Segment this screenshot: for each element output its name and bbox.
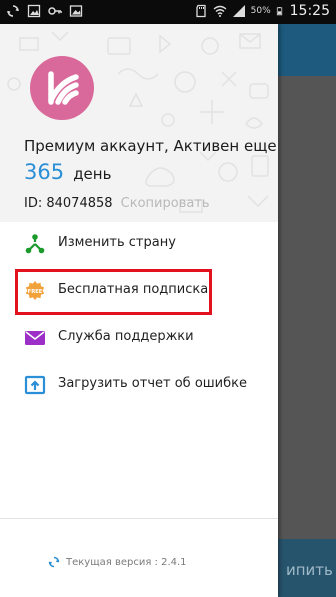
header-doodle-pattern — [7, 31, 269, 213]
logo-mark-icon — [48, 71, 79, 105]
account-id: ID: 84074858 — [24, 196, 113, 211]
status-time: 15:25 — [289, 3, 330, 19]
key-icon — [48, 7, 62, 15]
menu-label-upload-report: Загрузить отчет об ошибке — [58, 376, 247, 391]
sd-card-icon — [195, 4, 206, 18]
background-app-bar — [278, 24, 336, 76]
menu-item-upload-report[interactable]: Загрузить отчет об ошибке — [0, 363, 278, 407]
menu-item-support[interactable]: Служба поддержки — [0, 316, 278, 360]
version-text: Текущая версия : 2.4.1 — [66, 556, 187, 568]
navigation-drawer: Премиум аккаунт, Активен еще 365 день ID… — [0, 24, 278, 597]
battery-icon — [276, 7, 282, 16]
change-country-icon — [25, 234, 45, 254]
footer-divider — [0, 518, 278, 519]
menu-label-change-country: Изменить страну — [58, 235, 176, 250]
background-bottom-button-label: ипить — [286, 561, 333, 579]
highlight-box — [15, 269, 212, 315]
signal-icon — [232, 5, 245, 17]
image-icon — [27, 4, 41, 18]
premium-status-text: Премиум аккаунт, Активен еще — [24, 137, 277, 155]
background-app: ипить — [278, 24, 336, 597]
upload-report-icon — [24, 375, 46, 395]
status-bar-left — [6, 4, 83, 18]
drawer-header: Премиум аккаунт, Активен еще 365 день ID… — [0, 24, 278, 222]
wifi-icon — [213, 5, 227, 17]
gallery-icon — [69, 5, 83, 17]
status-bar: 50% 15:25 — [0, 0, 336, 24]
refresh-icon — [48, 556, 60, 568]
days-count: 365 — [24, 160, 65, 184]
days-remaining: 365 день — [24, 160, 111, 184]
days-word: день — [73, 165, 112, 183]
status-bar-right: 50% 15:25 — [194, 3, 330, 19]
app-logo — [30, 56, 94, 120]
copy-id-button[interactable]: Скопировать — [121, 196, 210, 211]
menu-item-change-country[interactable]: Изменить страну — [0, 222, 278, 266]
mail-icon — [25, 331, 45, 345]
battery-percent: 50% — [250, 6, 271, 16]
account-id-row: ID: 84074858 Скопировать — [24, 196, 210, 211]
menu-label-support: Служба поддержки — [58, 329, 194, 344]
sync-icon — [7, 5, 19, 17]
background-bottom-button: ипить — [278, 539, 336, 597]
app-version: Текущая версия : 2.4.1 — [48, 556, 187, 568]
